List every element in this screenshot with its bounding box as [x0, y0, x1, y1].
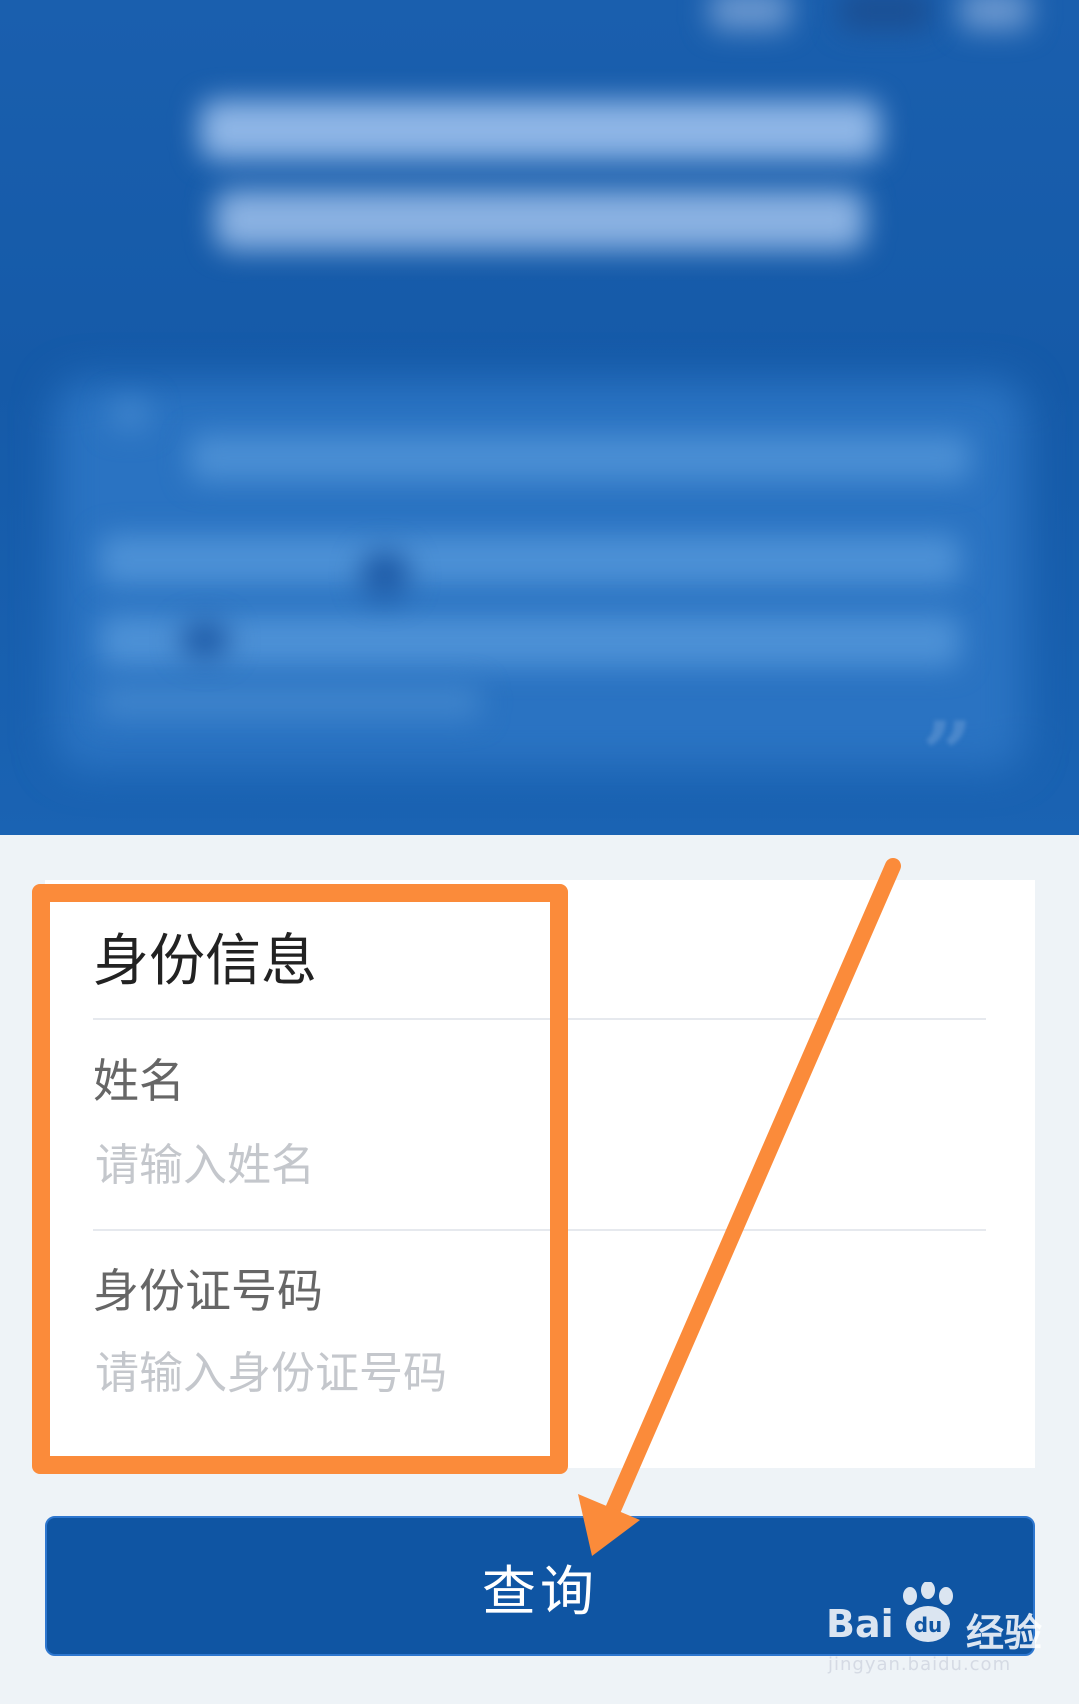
blurred-mark	[180, 620, 230, 660]
blurred-text-line	[100, 685, 480, 719]
blurred-top-icon	[710, 0, 790, 30]
name-label: 姓名	[93, 1054, 185, 1108]
query-button[interactable]: 查询	[45, 1516, 1035, 1656]
divider	[93, 1018, 986, 1020]
id-number-input[interactable]	[95, 1335, 975, 1411]
blurred-top-icon	[840, 0, 930, 30]
name-input[interactable]	[95, 1127, 975, 1203]
blurred-text-line	[190, 435, 970, 481]
watermark-url: jingyan.baidu.com	[828, 1654, 1012, 1675]
blurred-title-line	[215, 190, 865, 250]
blurred-open-quote	[110, 400, 150, 430]
close-quote-icon: ”	[922, 702, 973, 806]
blurred-text-line	[100, 535, 960, 585]
section-title: 身份信息	[93, 929, 317, 994]
id-number-label: 身份证号码	[93, 1264, 323, 1318]
divider	[93, 1229, 986, 1231]
page: ” 身份信息 姓名 身份证号码 查询 du Bai 经验 jingyan.bai…	[0, 0, 1079, 1704]
blurred-mark	[360, 550, 410, 600]
blurred-banner: ”	[0, 0, 1079, 835]
blurred-top-icon	[960, 0, 1030, 30]
identity-form-card: 身份信息 姓名 身份证号码	[45, 880, 1035, 1468]
blurred-title-line	[200, 100, 880, 160]
